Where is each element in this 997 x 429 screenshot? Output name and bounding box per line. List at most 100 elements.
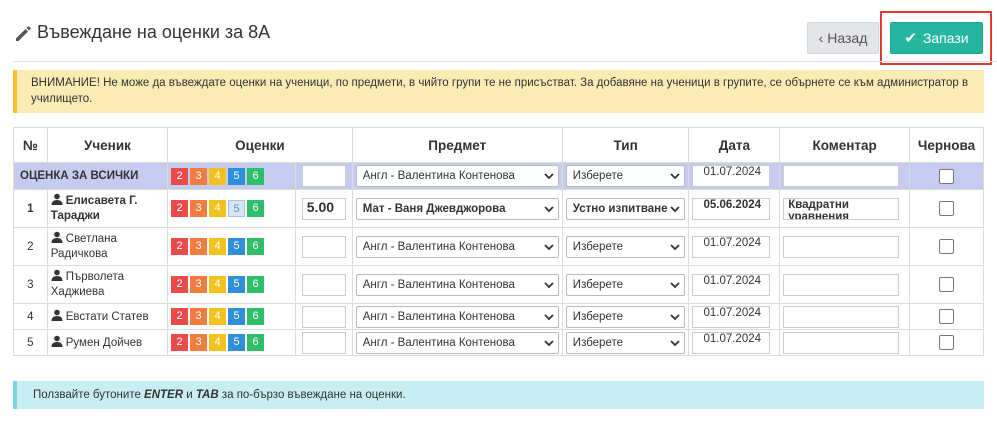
grade-input[interactable] [301,273,346,296]
save-button-label: Запази [922,30,969,46]
grade-5-button[interactable]: 5 [228,276,246,293]
row-number: 2 [13,227,48,266]
comment-cell [779,162,911,190]
row-number: 5 [13,329,48,356]
type-select[interactable]: Изберете [565,331,686,354]
grade-5-button[interactable]: 5 [228,334,246,351]
caret-down-icon [544,281,554,288]
type-cell: Устно изпитване [561,189,690,228]
grade-5-button[interactable]: 5 [228,308,246,325]
pencil-icon [13,23,33,43]
grade-3-button[interactable]: 3 [190,238,208,255]
type-select[interactable]: Изберете [565,305,686,328]
date-input[interactable]: 01.07.2024 [692,305,771,328]
subject-select[interactable]: Англ - Валентина Контенова [355,235,559,258]
grade-6-button[interactable]: 6 [247,200,265,217]
grade-4-button[interactable]: 4 [209,308,227,325]
grade-buttons: 23456 [167,303,296,330]
date-input[interactable]: 05.06.2024 [692,197,771,220]
grade-5-button[interactable]: 5 [228,167,246,185]
type-select[interactable]: Изберете [565,165,686,187]
grade-2-button[interactable]: 2 [171,334,189,351]
grade-6-button[interactable]: 6 [247,308,265,325]
comment-input[interactable] [783,273,900,296]
draft-checkbox[interactable] [939,201,955,216]
comment-input[interactable] [783,235,900,258]
subject-cell: Мат - Ваня Джевджорова [351,189,563,228]
grade-2-button[interactable]: 2 [171,308,189,325]
comment-input[interactable] [783,305,900,328]
grade-all-row: ОЦЕНКА ЗА ВСИЧКИ 23456 Англ - Валентина … [12,162,984,190]
grade-3-button[interactable]: 3 [190,334,208,351]
type-select[interactable]: Изберете [565,235,686,258]
grade-2-button[interactable]: 2 [171,200,189,217]
draft-checkbox[interactable] [939,335,955,350]
type-cell: Изберете [561,303,690,330]
grade-2-button[interactable]: 2 [171,167,189,185]
draft-cell [909,162,984,190]
grade-6-button[interactable]: 6 [247,238,265,255]
grade-4-button[interactable]: 4 [209,238,227,255]
type-cell: Изберете [561,329,690,356]
student-name-line1: Елисавета Г. [65,195,138,207]
col-number: № [13,127,48,163]
type-select[interactable]: Изберете [565,273,686,296]
header-divider [13,61,997,62]
grade-6-button[interactable]: 6 [247,276,265,293]
grade-2-button[interactable]: 2 [171,276,189,293]
grade-4-button[interactable]: 4 [209,334,227,351]
comment-input[interactable] [783,331,900,354]
info-key-enter: ENTER [144,389,184,401]
grade-3-button[interactable]: 3 [190,167,208,185]
back-button-label: Назад [827,30,868,46]
grade-3-button[interactable]: 3 [190,308,208,325]
caret-down-icon [670,243,681,250]
date-cell: 01.07.2024 [688,227,781,266]
date-input[interactable]: 01.07.2024 [692,331,771,354]
back-button[interactable]: ‹ Назад [807,22,879,54]
grade-4-button[interactable]: 4 [209,167,227,185]
grade-4-button[interactable]: 4 [209,276,227,293]
grade-4-button[interactable]: 4 [209,200,227,217]
grade-5-button[interactable]: 5 [228,238,246,255]
draft-checkbox[interactable] [939,309,955,324]
date-input[interactable]: 01.07.2024 [692,165,771,187]
grade-3-button[interactable]: 3 [190,276,208,293]
date-input[interactable]: 01.07.2024 [692,273,771,296]
subject-select[interactable]: Англ - Валентина Контенова [355,305,559,328]
subject-select[interactable]: Англ - Валентина Контенова [355,273,559,296]
grade-6-button[interactable]: 6 [247,334,265,351]
type-select-value: Изберете [572,278,624,291]
grade-input[interactable] [301,305,346,328]
date-input[interactable]: 01.07.2024 [692,235,771,258]
comment-input[interactable]: Квадратни уравнения [783,197,900,220]
draft-checkbox[interactable] [939,168,955,184]
student-name: Евстати Статев [46,303,169,330]
grade-input[interactable] [301,331,346,354]
subject-select[interactable]: Англ - Валентина Контенова [355,165,559,187]
subject-select-value: Мат - Ваня Джевджорова [362,202,506,215]
grade-6-button[interactable]: 6 [247,167,265,185]
col-subject: Предмет [351,127,563,163]
draft-checkbox[interactable] [939,277,955,292]
caret-down-icon [544,173,554,180]
subject-select[interactable]: Англ - Валентина Контенова [355,331,559,354]
draft-checkbox[interactable] [939,239,955,254]
comment-input[interactable] [783,165,900,187]
type-select[interactable]: Устно изпитване [565,197,686,220]
grade-input[interactable]: 5.00 [301,197,346,220]
user-icon [51,309,63,321]
grade-5-button-selected[interactable]: 5 [228,200,246,217]
grade-3-button[interactable]: 3 [190,200,208,217]
subject-select[interactable]: Мат - Ваня Джевджорова [355,197,559,220]
grade-all-label: ОЦЕНКА ЗА ВСИЧКИ [12,162,169,190]
grade-cell [294,162,353,190]
grade-2-button[interactable]: 2 [171,238,189,255]
grade-input[interactable] [301,235,346,258]
student-name-line2: Хаджиева [50,286,105,298]
caret-down-icon [544,313,554,320]
save-button[interactable]: ✔ Запази [890,22,983,54]
grade-input[interactable] [301,165,346,187]
student-name: Светлана Радичкова [46,227,169,266]
subject-cell: Англ - Валентина Контенова [351,303,563,330]
